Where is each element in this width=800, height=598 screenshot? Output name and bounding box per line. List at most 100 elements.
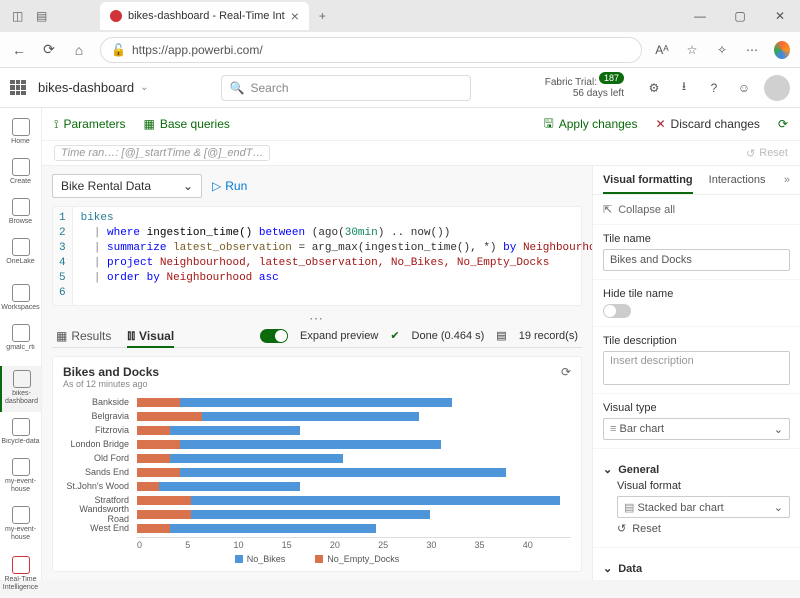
collapse-icon: ⇱	[603, 203, 612, 216]
done-label: Done (0.464 s)	[412, 330, 485, 342]
tile-description-input[interactable]: Insert description	[603, 351, 790, 385]
tile-description-label: Tile description	[603, 335, 790, 347]
window-minimize[interactable]: —	[680, 9, 720, 23]
play-icon: ▷	[212, 179, 221, 193]
query-editor[interactable]: 123456 bikes | where ingestion_time() be…	[52, 206, 582, 306]
refresh-icon: ⟳	[778, 117, 788, 131]
rail-bicycle-data[interactable]: Bicycle-data	[0, 414, 41, 452]
collapse-all-button[interactable]: ⇱Collapse all	[603, 203, 790, 216]
rail-eventhouse-2[interactable]: my-event-house	[0, 502, 41, 548]
chart-legend: No_Bikes No_Empty_Docks	[63, 550, 571, 564]
tab-visual-formatting[interactable]: Visual formatting	[603, 174, 693, 194]
tab-results[interactable]: ▦Results	[56, 329, 111, 343]
resize-handle[interactable]: ⋯	[52, 310, 582, 320]
rail-gmalc[interactable]: gmalc_rti	[0, 320, 41, 358]
parameter-bar: Time ran…: [@]_startTime & [@]_endT… ↺Re…	[42, 140, 800, 166]
home-button[interactable]: ⌂	[70, 42, 88, 58]
reset-params-button[interactable]: ↺Reset	[746, 147, 788, 160]
more-icon[interactable]: ⋯	[744, 43, 760, 57]
pane-expand-icon[interactable]: »	[784, 174, 790, 194]
grid-icon: ▦	[56, 329, 67, 343]
rail-home[interactable]: Home	[0, 114, 41, 152]
discard-icon: ✕	[655, 117, 665, 131]
favorite-icon[interactable]: ☆	[684, 43, 700, 57]
window-close[interactable]: ✕	[760, 9, 800, 23]
parameters-button[interactable]: ⟟Parameters	[54, 117, 126, 132]
chevron-down-icon: ⌄	[603, 463, 612, 476]
data-source-select[interactable]: Bike Rental Data⌄	[52, 174, 202, 198]
refresh-button[interactable]: ⟳	[40, 41, 58, 58]
apply-changes-button[interactable]: 🖫Apply changes	[544, 114, 638, 135]
feedback-icon[interactable]: ☺	[736, 81, 752, 95]
bar-row: Stratford	[63, 493, 571, 507]
visual-type-label: Visual type	[603, 402, 790, 414]
time-range-tag[interactable]: Time ran…: [@]_startTime & [@]_endT…	[54, 145, 270, 161]
browser-tab[interactable]: bikes-dashboard - Real-Time Int ×	[100, 2, 309, 30]
chevron-down-icon: ⌄	[140, 82, 148, 93]
breadcrumb[interactable]: bikes-dashboard ⌄	[38, 80, 149, 95]
search-icon: 🔍	[230, 81, 245, 95]
rail-realtime[interactable]: Real-Time Intelligence	[0, 552, 41, 598]
bar-row: Bankside	[63, 395, 571, 409]
rail-workspaces[interactable]: Workspaces	[0, 280, 41, 318]
base-queries-button[interactable]: ▦Base queries	[144, 117, 230, 131]
profile-icon[interactable]: ◫	[12, 9, 26, 23]
hide-tile-name-toggle[interactable]	[603, 304, 631, 318]
url-input[interactable]: 🔓 https://app.powerbi.com/	[100, 37, 642, 63]
visual-format-select[interactable]: ▤ Stacked bar chart⌄	[617, 496, 790, 518]
parameters-icon: ⟟	[54, 117, 58, 132]
text-size-icon[interactable]: Aᴬ	[654, 43, 670, 57]
rail-eventhouse-1[interactable]: my-event-house	[0, 454, 41, 500]
check-icon: ✔	[390, 329, 399, 342]
code-content: bikes | where ingestion_time() between (…	[73, 207, 592, 305]
tab-interactions[interactable]: Interactions	[709, 174, 766, 194]
rail-create[interactable]: Create	[0, 154, 41, 192]
chevron-down-icon: ⌄	[774, 501, 783, 514]
visual-format-label: Visual format	[617, 480, 790, 492]
line-gutter: 123456	[53, 207, 73, 305]
tab-visual[interactable]: ⫾⫾Visual	[127, 328, 174, 348]
bar-row: St.John's Wood	[63, 479, 571, 493]
help-icon[interactable]: ?	[706, 81, 722, 95]
chart-refresh-icon[interactable]: ⟳	[561, 365, 571, 379]
browser-addressbar: ← ⟳ ⌂ 🔓 https://app.powerbi.com/ Aᴬ ☆ ✧ …	[0, 32, 800, 68]
new-tab-button[interactable]: +	[309, 9, 336, 23]
reset-icon: ↺	[746, 147, 755, 160]
global-search[interactable]: 🔍 Search	[221, 75, 471, 101]
expand-preview-toggle[interactable]	[260, 329, 288, 343]
favicon-icon	[110, 10, 122, 22]
run-button[interactable]: ▷Run	[212, 179, 247, 193]
browser-titlebar: ◫ ▤ bikes-dashboard - Real-Time Int × + …	[0, 0, 800, 32]
app-launcher-icon[interactable]	[10, 80, 26, 96]
general-group-header[interactable]: ⌄General	[603, 457, 790, 480]
bar-row: London Bridge	[63, 437, 571, 451]
chart-icon: ⫾⫾	[127, 328, 135, 343]
queries-icon: ▦	[144, 117, 155, 131]
bar-row: Old Ford	[63, 451, 571, 465]
rail-browse[interactable]: Browse	[0, 194, 41, 232]
trial-badge: 187	[599, 72, 624, 84]
discard-changes-button[interactable]: ✕Discard changes	[655, 117, 759, 131]
close-tab-icon[interactable]: ×	[291, 8, 299, 24]
result-tabs: ▦Results ⫾⫾Visual Expand preview ✔ Done …	[52, 328, 582, 348]
rail-bikes-dashboard[interactable]: bikes-dashboard	[0, 366, 41, 412]
data-group-header[interactable]: ⌄Data	[603, 556, 790, 579]
settings-icon[interactable]: ⚙	[646, 81, 662, 95]
bar-row: Sands End	[63, 465, 571, 479]
stacked-icon: ▤	[624, 502, 637, 514]
rail-onelake[interactable]: OneLake	[0, 234, 41, 272]
tile-name-input[interactable]: Bikes and Docks	[603, 249, 790, 271]
download-icon[interactable]: ⭳	[676, 77, 692, 98]
refresh-dashboard-button[interactable]: ⟳	[778, 117, 788, 131]
reset-format-button[interactable]: ↺Reset	[617, 518, 790, 539]
copilot-icon[interactable]	[774, 41, 790, 59]
search-placeholder: Search	[250, 81, 288, 95]
visual-type-select[interactable]: ≡ Bar chart⌄	[603, 418, 790, 440]
bar-row: Fitzrovia	[63, 423, 571, 437]
user-avatar[interactable]	[764, 75, 790, 101]
collections-icon[interactable]: ▤	[36, 9, 50, 23]
window-maximize[interactable]: ▢	[720, 9, 760, 23]
back-button[interactable]: ←	[10, 42, 28, 58]
records-icon: ▤	[496, 329, 506, 342]
favorites-bar-icon[interactable]: ✧	[714, 43, 730, 57]
